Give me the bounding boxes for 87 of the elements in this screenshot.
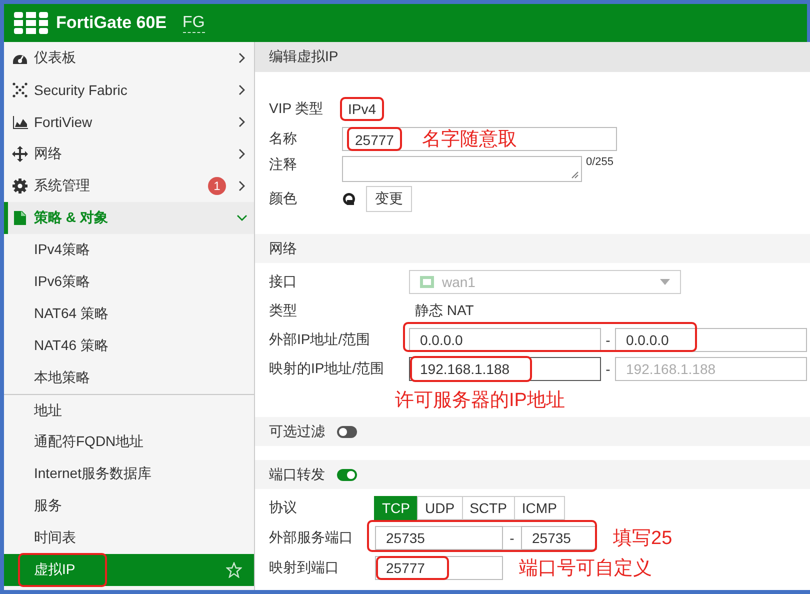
dotted-cross-icon [12, 82, 28, 98]
sidebar-item[interactable]: FortiView [4, 106, 254, 138]
menu-label: 时间表 [34, 529, 77, 547]
port-input[interactable]: 25735 [375, 526, 503, 550]
chevron-icon [238, 116, 246, 128]
sidebar-item[interactable]: 网络 [4, 138, 254, 170]
range-separator: - [503, 526, 521, 550]
chevron-icon [238, 84, 246, 96]
sidebar-subitem[interactable]: NAT64 策略 [4, 298, 254, 330]
sidebar-item[interactable]: 系统管理 1 [4, 170, 254, 202]
vip-type-value: IPv4 [342, 99, 382, 119]
document-icon [12, 210, 28, 226]
palette-icon [342, 192, 356, 206]
field-label: VIP 类型 [269, 100, 324, 118]
field-label: 外部IP地址/范围 [269, 331, 372, 349]
ip-input[interactable]: 0.0.0.0 [409, 328, 601, 352]
type-value: 静态 NAT [414, 301, 475, 320]
ip-input[interactable]: 192.168.1.188 [409, 357, 601, 381]
section-title: 网络 [269, 240, 297, 258]
menu-label: 地址 [34, 402, 63, 420]
protocol-tab[interactable]: TCP [374, 496, 418, 520]
sidebar-subitem[interactable]: 通配符FQDN地址 [4, 426, 254, 458]
character-counter: 0/255 [586, 156, 614, 168]
annotation-text: 许可服务器的IP地址 [395, 389, 566, 413]
menu-label: 本地策略 [34, 369, 91, 387]
port-input[interactable]: 25777 [375, 556, 503, 580]
menu-label: NAT46 策略 [34, 337, 110, 355]
hostname-link[interactable]: FG [182, 14, 205, 32]
menu-label: Internet服务数据库 [34, 465, 152, 483]
sidebar-subitem[interactable]: 服务 [4, 490, 254, 522]
field-label: 接口 [269, 273, 298, 291]
sidebar-subitem[interactable]: 时间表 [4, 522, 254, 554]
resize-grip-icon[interactable] [571, 171, 579, 179]
sidebar-item[interactable]: 策略 & 对象 [4, 202, 254, 234]
field-label: 外部服务端口 [269, 529, 354, 547]
section-title: 可选过滤 [269, 422, 325, 440]
menu-label: NAT64 策略 [34, 305, 110, 323]
move-arrows-icon [12, 146, 28, 162]
ip-input[interactable]: 0.0.0.0 [615, 328, 807, 352]
panel-title: 编辑虚拟IP [255, 42, 810, 72]
change-button[interactable]: 变更 [366, 186, 412, 212]
port-icon [420, 276, 434, 288]
menu-label: 虚拟IP [20, 555, 106, 585]
sidebar-subitem[interactable]: 本地策略 [4, 362, 254, 394]
ip-input[interactable]: 192.168.1.188 [615, 357, 807, 381]
range-separator: - [604, 361, 612, 377]
sidebar-subitem[interactable]: IPv6策略 [4, 266, 254, 298]
sidebar-subitem[interactable]: Internet服务数据库 [4, 458, 254, 490]
sidebar-item[interactable]: 仪表板 [4, 42, 254, 74]
chevron-icon [238, 180, 246, 192]
sidebar-subitem[interactable]: 地址 [4, 394, 254, 426]
chevron-icon [238, 148, 246, 160]
menu-label: IPv4策略 [34, 241, 92, 259]
field-label: 类型 [269, 302, 298, 320]
port-input[interactable]: 25735 [521, 526, 597, 550]
sidebar-item[interactable]: Security Fabric [4, 74, 254, 106]
menu-label: IPv6策略 [34, 273, 92, 291]
chevron-icon [236, 214, 248, 222]
annotation-text: 填写25 [613, 527, 672, 551]
area-chart-icon [12, 114, 28, 130]
field-label: 映射到端口 [269, 559, 340, 577]
toggle-switch[interactable] [337, 468, 357, 480]
field-label: 注释 [269, 156, 298, 174]
notification-badge: 1 [208, 177, 226, 195]
star-icon[interactable] [226, 562, 242, 578]
chevron-icon [238, 52, 246, 64]
sidebar-subitem[interactable]: 虚拟IP [4, 554, 254, 586]
protocol-tab[interactable]: SCTP [462, 496, 515, 520]
annotation-text: 端口号可自定义 [519, 557, 652, 581]
annotation-text: 名字随意取 [422, 128, 517, 152]
settings-icon [12, 178, 28, 194]
toggle-switch[interactable] [337, 426, 357, 438]
field-label: 协议 [269, 499, 298, 517]
range-separator: - [604, 332, 612, 348]
logo-icon [14, 12, 48, 34]
menu-label: 服务 [34, 497, 63, 515]
field-label: 颜色 [269, 190, 298, 208]
protocol-tab[interactable]: UDP [417, 496, 463, 520]
product-name: FortiGate 60E [56, 13, 167, 33]
protocol-tab[interactable]: ICMP [514, 496, 565, 520]
section-title: 端口转发 [269, 466, 325, 484]
sidebar-subitem[interactable]: NAT46 策略 [4, 330, 254, 362]
field-label: 名称 [269, 130, 298, 148]
menu-label: 通配符FQDN地址 [34, 433, 145, 451]
field-label: 映射的IP地址/范围 [269, 360, 386, 378]
sidebar-subitem[interactable]: IPv4策略 [4, 234, 254, 266]
caret-icon [660, 279, 670, 285]
